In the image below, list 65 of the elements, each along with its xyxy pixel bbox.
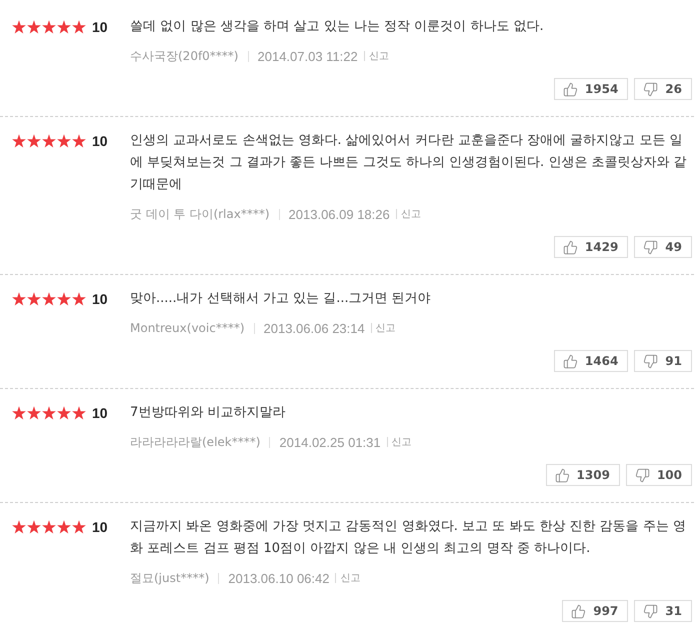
rating-score: 10 xyxy=(92,133,108,149)
like-button[interactable]: 997 xyxy=(562,600,628,622)
star-icon xyxy=(12,406,26,420)
dislike-button[interactable]: 26 xyxy=(634,78,692,100)
star-icon xyxy=(42,406,56,420)
rating-score: 10 xyxy=(92,19,108,35)
star-icon xyxy=(57,292,71,306)
star-icon xyxy=(72,292,86,306)
like-button[interactable]: 1429 xyxy=(554,236,628,258)
star-icon xyxy=(42,134,56,148)
star-icon xyxy=(27,292,41,306)
rating-score: 10 xyxy=(92,519,108,535)
review-text: 인생의 교과서로도 손색없는 영화다. 삶에있어서 커다란 교훈을준다 장애에 굴하지않고 모든 일에 부딪쳐보는것 그 결과가 좋든 나쁘든 그것도 하나의 인생경험이된다. 인생은 초콜릿상자와 같기때문에 xyxy=(130,132,688,194)
star-icon xyxy=(72,134,86,148)
star-icon xyxy=(57,406,71,420)
dislike-button[interactable]: 49 xyxy=(634,236,692,258)
review-date: 2013.06.06 23:14 xyxy=(264,320,365,336)
star-icon xyxy=(12,134,26,148)
star-icon xyxy=(57,520,71,534)
review-text: 맞아.....내가 선택해서 가고 있는 길...그거면 된거야 xyxy=(130,290,432,308)
star-icon xyxy=(72,520,86,534)
thumbs-up-icon xyxy=(562,354,578,368)
review-date: 2014.02.25 01:31 xyxy=(279,434,381,450)
thumbs-up-icon xyxy=(562,240,578,254)
dislike-button[interactable]: 91 xyxy=(634,350,692,372)
star-icon xyxy=(27,134,41,148)
thumbs-down-icon xyxy=(643,354,658,368)
like-button[interactable]: 1954 xyxy=(554,78,628,100)
review-author: 수사국장(20f0****) xyxy=(130,48,238,64)
thumbs-down-icon xyxy=(643,240,658,254)
thumbs-up-icon xyxy=(571,604,586,618)
review-date: 2013.06.09 18:26 xyxy=(288,206,390,222)
dislike-button[interactable]: 100 xyxy=(626,464,692,486)
thumbs-up-icon xyxy=(554,468,570,482)
star-icon xyxy=(42,292,56,306)
review-author: Montreux(voic****) xyxy=(130,321,245,335)
review-date: 2014.07.03 11:22 xyxy=(258,48,358,64)
star-icon xyxy=(57,134,71,148)
star-icon xyxy=(27,406,41,420)
thumbs-down-icon xyxy=(634,468,650,482)
review-author: 굿 데이 투 다이(rlax****) xyxy=(130,206,270,222)
rating-score: 10 xyxy=(92,405,108,421)
review-text: 쓸데 없이 많은 생각을 하며 살고 있는 나는 정작 이룬것이 하나도 없다. xyxy=(130,18,545,36)
thumbs-down-icon xyxy=(643,604,658,618)
star-icon xyxy=(27,520,41,534)
star-icon xyxy=(12,520,26,534)
star-icon xyxy=(42,520,56,534)
review-text: 지금까지 봐온 영화중에 가장 멋지고 감동적인 영화였다. 보고 또 봐도 한상 진한 감동을 주는 영화 포레스트 검프 평점 10점이 아깝지 않은 내 인생의 최고의 명작 중 하나이다. xyxy=(130,518,687,558)
star-icon xyxy=(27,20,41,34)
dislike-button[interactable]: 31 xyxy=(634,600,692,622)
star-icon xyxy=(42,20,56,34)
like-button[interactable]: 1309 xyxy=(546,464,620,486)
review-author: 절묘(just****) xyxy=(130,570,210,586)
rating-score: 10 xyxy=(92,291,108,307)
review-text: 7번방따위와 비교하지말라 xyxy=(130,404,286,422)
star-icon xyxy=(12,20,26,34)
star-icon xyxy=(72,20,86,34)
review-author: 라라라라라랄(elek****) xyxy=(130,434,260,450)
thumbs-up-icon xyxy=(562,82,578,96)
star-icon xyxy=(72,406,86,420)
star-icon xyxy=(57,20,71,34)
review-date: 2013.06.10 06:42 xyxy=(228,570,330,586)
star-icon xyxy=(12,292,26,306)
like-button[interactable]: 1464 xyxy=(554,350,628,372)
thumbs-down-icon xyxy=(643,82,658,96)
